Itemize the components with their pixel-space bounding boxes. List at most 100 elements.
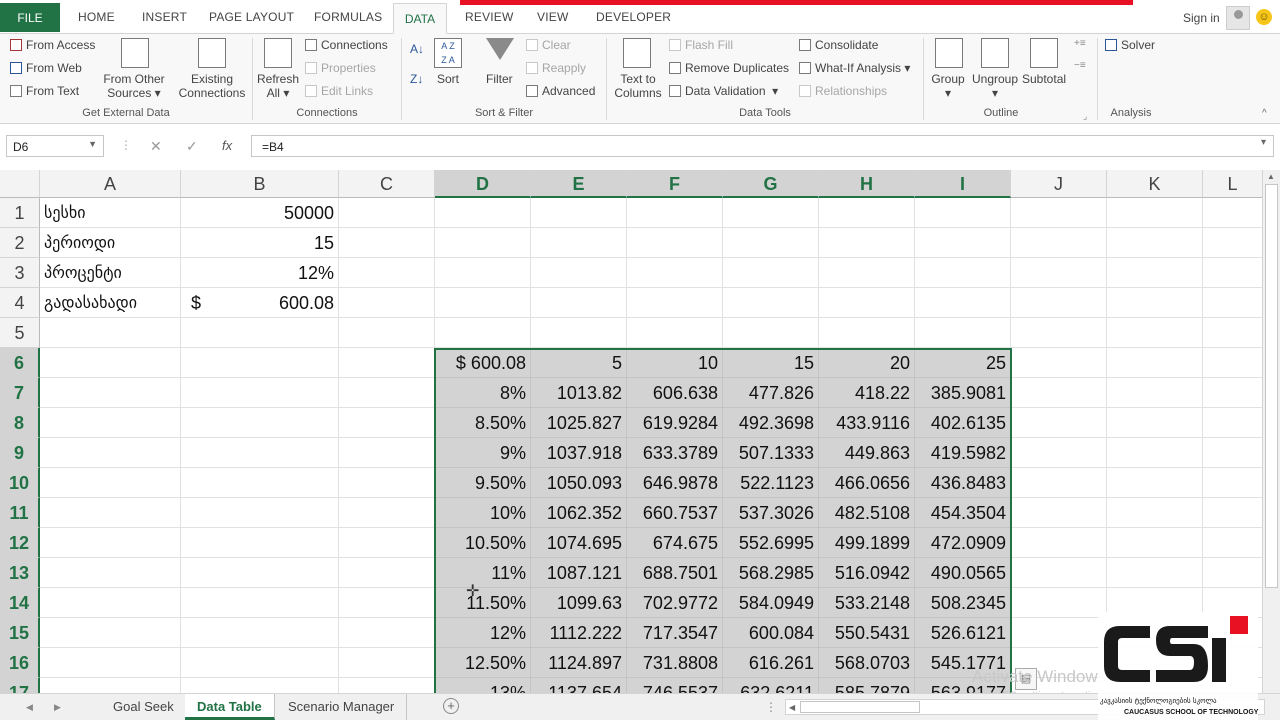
payment-result-cell[interactable]: 746.5537 (627, 678, 723, 693)
cell-g2[interactable] (723, 228, 819, 258)
cell-c5[interactable] (339, 318, 435, 348)
cell-i3[interactable] (915, 258, 1011, 288)
sheet-tab-data-table[interactable]: Data Table (185, 694, 275, 720)
cell-c2[interactable] (339, 228, 435, 258)
cell-e3[interactable] (531, 258, 627, 288)
rate-cell[interactable]: 9% (435, 438, 531, 468)
cell-l4[interactable] (1203, 288, 1262, 318)
cell-d5[interactable] (435, 318, 531, 348)
payment-result-cell[interactable]: 526.6121 (915, 618, 1011, 648)
cell-a7[interactable] (40, 378, 181, 408)
cell-k2[interactable] (1107, 228, 1203, 258)
payment-result-cell[interactable]: 584.0949 (723, 588, 819, 618)
cell-i2[interactable] (915, 228, 1011, 258)
cell-d1[interactable] (435, 198, 531, 228)
from-other-sources-button[interactable]: From Other Sources ▾ (103, 72, 165, 100)
input-value-cell[interactable]: 15 (181, 228, 339, 258)
payment-result-cell[interactable]: 632.6211 (723, 678, 819, 693)
from-text-button[interactable]: From Text (10, 84, 79, 98)
cell-f5[interactable] (627, 318, 723, 348)
payment-result-cell[interactable]: 550.5431 (819, 618, 915, 648)
tab-developer[interactable]: DEVELOPER (596, 10, 671, 24)
cell-c8[interactable] (339, 408, 435, 438)
payment-result-cell[interactable]: 660.7537 (627, 498, 723, 528)
column-header-a[interactable]: A (40, 170, 181, 198)
outline-dialog-launcher-icon[interactable]: ⌟ (1083, 109, 1087, 123)
insert-function-icon[interactable]: fx (222, 138, 232, 153)
select-all-corner[interactable] (0, 170, 40, 198)
cell-c12[interactable] (339, 528, 435, 558)
filter-button[interactable]: Filter (486, 72, 513, 86)
existing-connections-button[interactable]: Existing Connections (177, 72, 247, 100)
worksheet-grid[interactable]: ABCDEFGHIJKL 1 2 3 4 5 6 7 8 9 10 11 12 13 14 15 16 17 ს… (0, 170, 1262, 693)
cell-k5[interactable] (1107, 318, 1203, 348)
connections-button[interactable]: Connections (305, 38, 388, 52)
row-header-12[interactable]: 12 (0, 528, 40, 558)
cell-c9[interactable] (339, 438, 435, 468)
row-header-10[interactable]: 10 (0, 468, 40, 498)
cell-h2[interactable] (819, 228, 915, 258)
payment-result-cell[interactable]: 508.2345 (915, 588, 1011, 618)
row-header-17[interactable]: 17 (0, 678, 40, 693)
cell-a10[interactable] (40, 468, 181, 498)
consolidate-button[interactable]: Consolidate (799, 38, 878, 52)
cell-c4[interactable] (339, 288, 435, 318)
column-header-l[interactable]: L (1203, 170, 1262, 198)
cell-f4[interactable] (627, 288, 723, 318)
payment-result-cell[interactable]: 490.0565 (915, 558, 1011, 588)
sort-z-to-a-icon[interactable]: Z↓ (410, 72, 423, 86)
cell-c6[interactable] (339, 348, 435, 378)
scroll-left-icon[interactable]: ◀ (789, 701, 795, 715)
column-header-f[interactable]: F (627, 170, 723, 198)
enter-formula-icon[interactable]: ✓ (186, 138, 198, 155)
cell-b8[interactable] (181, 408, 339, 438)
column-header-g[interactable]: G (723, 170, 819, 198)
cell-l10[interactable] (1203, 468, 1262, 498)
rate-cell[interactable]: 11.50% (435, 588, 531, 618)
row-header-9[interactable]: 9 (0, 438, 40, 468)
cell-k1[interactable] (1107, 198, 1203, 228)
cell-f1[interactable] (627, 198, 723, 228)
column-header-j[interactable]: J (1011, 170, 1107, 198)
cell-j14[interactable] (1011, 588, 1107, 618)
cell-k12[interactable] (1107, 528, 1203, 558)
cell-k6[interactable] (1107, 348, 1203, 378)
payment-result-cell[interactable]: 499.1899 (819, 528, 915, 558)
rate-cell[interactable]: 10% (435, 498, 531, 528)
period-header-cell[interactable]: 15 (723, 348, 819, 378)
cell-j4[interactable] (1011, 288, 1107, 318)
payment-result-cell[interactable]: 449.863 (819, 438, 915, 468)
sign-in-link[interactable]: Sign in (1183, 11, 1220, 25)
cell-d3[interactable] (435, 258, 531, 288)
cell-j10[interactable] (1011, 468, 1107, 498)
what-if-analysis-button[interactable]: What-If Analysis ▾ (799, 61, 910, 75)
cell-a12[interactable] (40, 528, 181, 558)
advanced-filter-button[interactable]: Advanced (526, 84, 595, 98)
payment-result-cell[interactable]: 1124.897 (531, 648, 627, 678)
cell-j8[interactable] (1011, 408, 1107, 438)
tab-data[interactable]: DATA (393, 3, 447, 34)
column-header-i[interactable]: I (915, 170, 1011, 198)
payment-result-cell[interactable]: 568.0703 (819, 648, 915, 678)
payment-result-cell[interactable]: 600.084 (723, 618, 819, 648)
cell-j13[interactable] (1011, 558, 1107, 588)
cell-e4[interactable] (531, 288, 627, 318)
column-header-b[interactable]: B (181, 170, 339, 198)
payment-result-cell[interactable]: 537.3026 (723, 498, 819, 528)
cell-l1[interactable] (1203, 198, 1262, 228)
row-header-6[interactable]: 6 (0, 348, 40, 378)
text-to-columns-button[interactable]: Text to Columns (612, 72, 664, 100)
new-sheet-icon[interactable]: + (443, 698, 459, 714)
cell-k9[interactable] (1107, 438, 1203, 468)
row-header-5[interactable]: 5 (0, 318, 40, 348)
cell-g4[interactable] (723, 288, 819, 318)
expand-formula-bar-icon[interactable]: ▾ (1261, 137, 1266, 148)
cell-f2[interactable] (627, 228, 723, 258)
cell-a15[interactable] (40, 618, 181, 648)
period-header-cell[interactable]: 20 (819, 348, 915, 378)
cell-a14[interactable] (40, 588, 181, 618)
tab-view[interactable]: VIEW (537, 10, 568, 24)
tab-split-handle-icon[interactable]: ⋮ (765, 700, 777, 714)
data-table-corner-cell[interactable]: $ 600.08 (435, 348, 531, 378)
payment-result-cell[interactable]: 436.8483 (915, 468, 1011, 498)
